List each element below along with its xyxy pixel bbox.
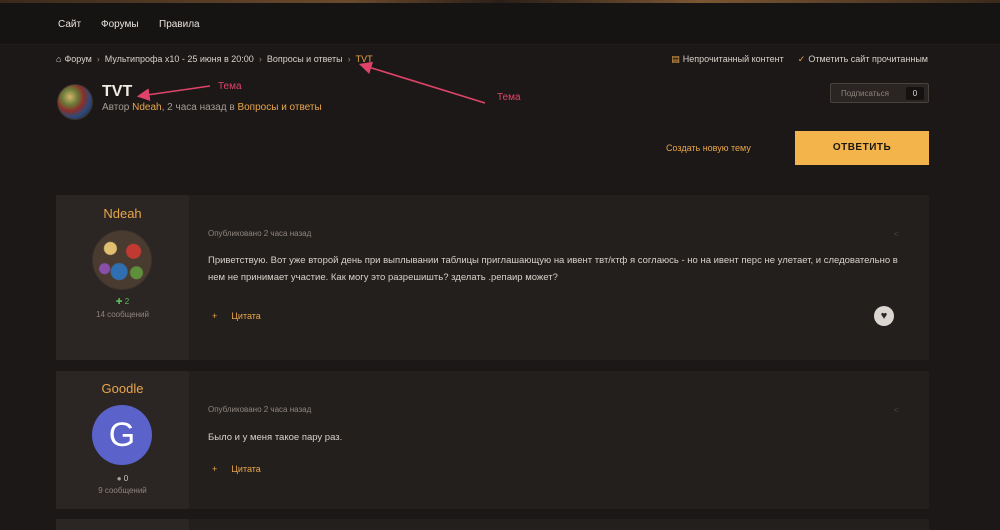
chevron-right-icon: ›	[96, 54, 100, 64]
main-nav: Сайт Форумы Правила	[0, 3, 1000, 45]
post-card: Ndeah ✚ 2 14 сообщений Опубликовано 2 ча…	[56, 195, 929, 360]
post-count: 14 сообщений	[96, 310, 149, 319]
meta-prefix: Автор	[102, 102, 133, 113]
post-card	[56, 519, 929, 530]
chevron-right-icon: ›	[347, 54, 351, 64]
mark-read-label: Отметить сайт прочитанным	[808, 54, 928, 64]
new-topic-link[interactable]: Создать новую тему	[666, 143, 751, 153]
reputation-value: 2	[124, 297, 130, 306]
topic-forum-link[interactable]: Вопросы и ответы	[237, 102, 321, 113]
breadcrumb-item-subforum[interactable]: Вопросы и ответы	[267, 54, 343, 64]
home-icon[interactable]: ⌂	[56, 54, 61, 64]
author-name[interactable]: Goodle	[56, 381, 189, 396]
breadcrumb-item-section[interactable]: Мультипрофа x10 - 25 июня в 20:00	[105, 54, 254, 64]
avatar[interactable]: G	[92, 405, 152, 465]
post-author-panel	[56, 519, 189, 530]
reputation-value: 0	[123, 474, 129, 483]
topic-author-avatar[interactable]	[57, 84, 93, 120]
plus-icon: +	[212, 464, 218, 474]
post-count: 9 сообщений	[98, 486, 147, 495]
quote-button[interactable]: + Цитата	[212, 464, 261, 474]
check-icon: ✓	[797, 54, 806, 64]
breadcrumb-item-current[interactable]: TVT	[356, 54, 373, 64]
share-icon[interactable]: <	[894, 229, 899, 239]
top-links: ▤ Непрочитанный контент ✓ Отметить сайт пр…	[671, 54, 928, 65]
breadcrumb-item-forum[interactable]: Форум	[64, 54, 91, 64]
quote-label: Цитата	[231, 311, 261, 321]
share-icon[interactable]: <	[894, 405, 899, 415]
quote-button[interactable]: + Цитата	[212, 311, 261, 321]
unread-label: Непрочитанный контент	[682, 54, 784, 64]
post-card: Goodle G ● 0 9 сообщений Опубликовано 2 …	[56, 371, 929, 509]
quote-label: Цитата	[231, 464, 261, 474]
breadcrumb: ⌂ Форум › Мультипрофа x10 - 25 июня в 20…	[56, 54, 373, 64]
circle-icon: ●	[116, 474, 124, 483]
nav-rules[interactable]: Правила	[159, 19, 200, 30]
plus-icon: +	[212, 311, 218, 321]
unread-content-link[interactable]: ▤ Непрочитанный контент	[671, 54, 784, 65]
heart-icon[interactable]: ♥	[874, 306, 894, 326]
post-body: Приветствую. Вот уже второй день при вып…	[208, 255, 898, 283]
reputation-badge: ✚ 2	[56, 297, 189, 306]
mark-read-link[interactable]: ✓ Отметить сайт прочитанным	[798, 54, 928, 65]
post-date[interactable]: Опубликовано 2 часа назад	[208, 405, 311, 414]
author-name[interactable]: Ndeah	[56, 206, 189, 221]
chevron-right-icon: ›	[258, 54, 262, 64]
post-date[interactable]: Опубликовано 2 часа назад	[208, 229, 311, 238]
reply-button[interactable]: ОТВЕТИТЬ	[795, 131, 929, 165]
meta-time: , 2 часа назад в	[161, 102, 238, 113]
page-title: TVT	[102, 83, 133, 100]
follow-label: Подписаться	[841, 89, 889, 98]
post-author-panel: Goodle G ● 0 9 сообщений	[56, 371, 189, 509]
reputation-badge: ● 0	[56, 474, 189, 483]
post-author-panel: Ndeah ✚ 2 14 сообщений	[56, 195, 189, 360]
annotation-label-2: Тема	[497, 92, 521, 103]
post-body: Было и у меня такое пару раз.	[208, 432, 343, 443]
follow-button[interactable]: Подписаться 0	[830, 83, 929, 103]
unread-icon: ▤	[671, 54, 680, 64]
plus-circle-icon: ✚	[115, 297, 125, 306]
avatar[interactable]	[92, 230, 152, 290]
nav-forums[interactable]: Форумы	[101, 19, 139, 30]
annotation-label-1: Тема	[218, 81, 242, 92]
nav-site[interactable]: Сайт	[58, 19, 81, 30]
topic-meta: Автор Ndeah, 2 часа назад в Вопросы и от…	[102, 102, 322, 113]
follow-count: 0	[906, 87, 924, 100]
topic-author-link[interactable]: Ndeah	[132, 102, 161, 113]
